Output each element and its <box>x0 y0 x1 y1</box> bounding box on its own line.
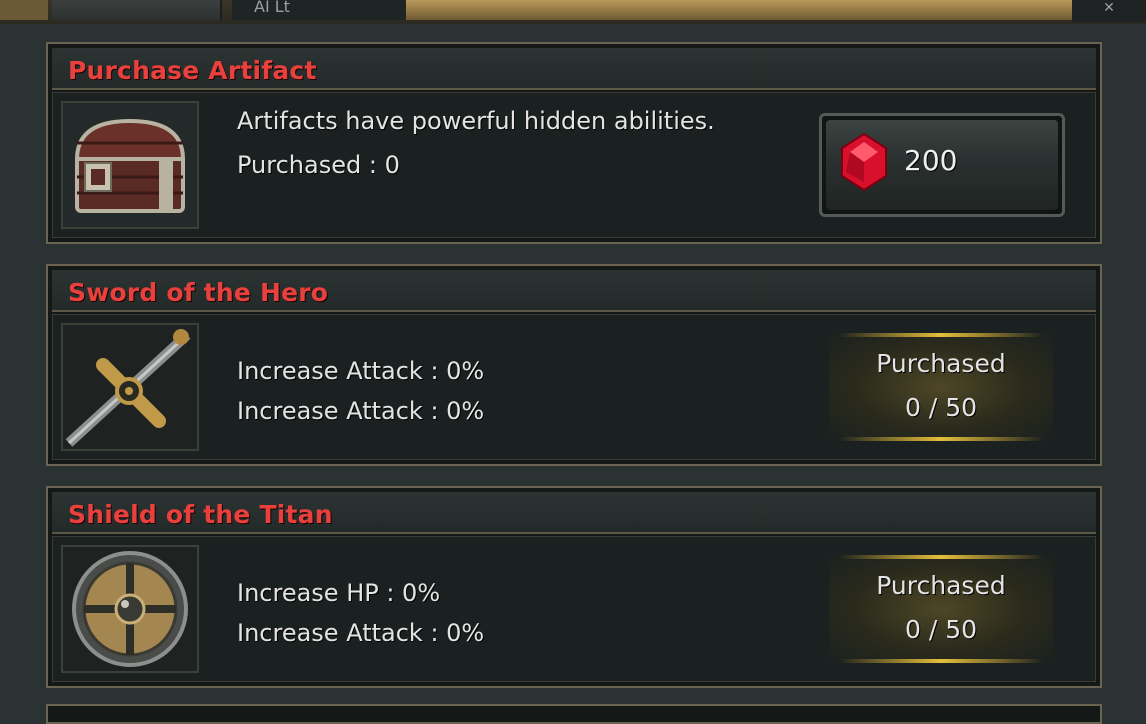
stat-line-1: Increase HP : 0% <box>237 579 441 607</box>
shield-icon <box>61 545 199 673</box>
tab-left-edge[interactable] <box>0 0 48 20</box>
card-body: Increase Attack : 0% Increase Attack : 0… <box>52 314 1096 460</box>
tab-secondary[interactable]: AI Lt <box>232 0 406 20</box>
treasure-chest-icon <box>61 101 199 229</box>
status-label: Purchased <box>876 571 1006 600</box>
status-label: Purchased <box>876 349 1006 378</box>
sword-icon <box>61 323 199 451</box>
card-body: Increase HP : 0% Increase Attack : 0% Pu… <box>52 536 1096 682</box>
red-gem-icon <box>841 132 887 192</box>
price-amount: 200 <box>904 144 958 177</box>
purchase-status-badge: Purchased 0 / 50 <box>829 333 1053 441</box>
top-tab-bar: AI Lt ✕ <box>0 0 1146 24</box>
purchase-status-badge: Purchased 0 / 50 <box>829 555 1053 663</box>
card-body: Artifacts have powerful hidden abilities… <box>52 92 1096 238</box>
artifact-description: Artifacts have powerful hidden abilities… <box>237 107 715 135</box>
status-count: 0 / 50 <box>904 615 978 644</box>
purchased-count: Purchased : 0 <box>237 151 400 179</box>
purchase-artifact-card: Purchase Artifact Artifacts have powerfu… <box>46 42 1102 244</box>
shield-of-the-titan-card: Shield of the Titan Increase HP : 0% Inc… <box>46 486 1102 688</box>
next-card-partial <box>46 704 1102 724</box>
close-icon[interactable]: ✕ <box>1072 0 1146 22</box>
stat-line-2: Increase Attack : 0% <box>237 619 485 647</box>
card-header: Shield of the Titan <box>52 492 1096 534</box>
buy-artifact-button[interactable]: 200 <box>819 113 1065 217</box>
sword-of-the-hero-card: Sword of the Hero Increase Attack : 0% I… <box>46 264 1102 466</box>
status-count: 0 / 50 <box>904 393 978 422</box>
card-title: Sword of the Hero <box>68 278 329 307</box>
card-header: Purchase Artifact <box>52 48 1096 90</box>
header-parchment <box>406 0 1072 20</box>
card-title: Shield of the Titan <box>68 500 333 529</box>
stat-line-2: Increase Attack : 0% <box>237 397 485 425</box>
stat-line-1: Increase Attack : 0% <box>237 357 485 385</box>
card-title: Purchase Artifact <box>68 56 317 85</box>
tab-artifact[interactable] <box>52 0 222 20</box>
card-header: Sword of the Hero <box>52 270 1096 312</box>
